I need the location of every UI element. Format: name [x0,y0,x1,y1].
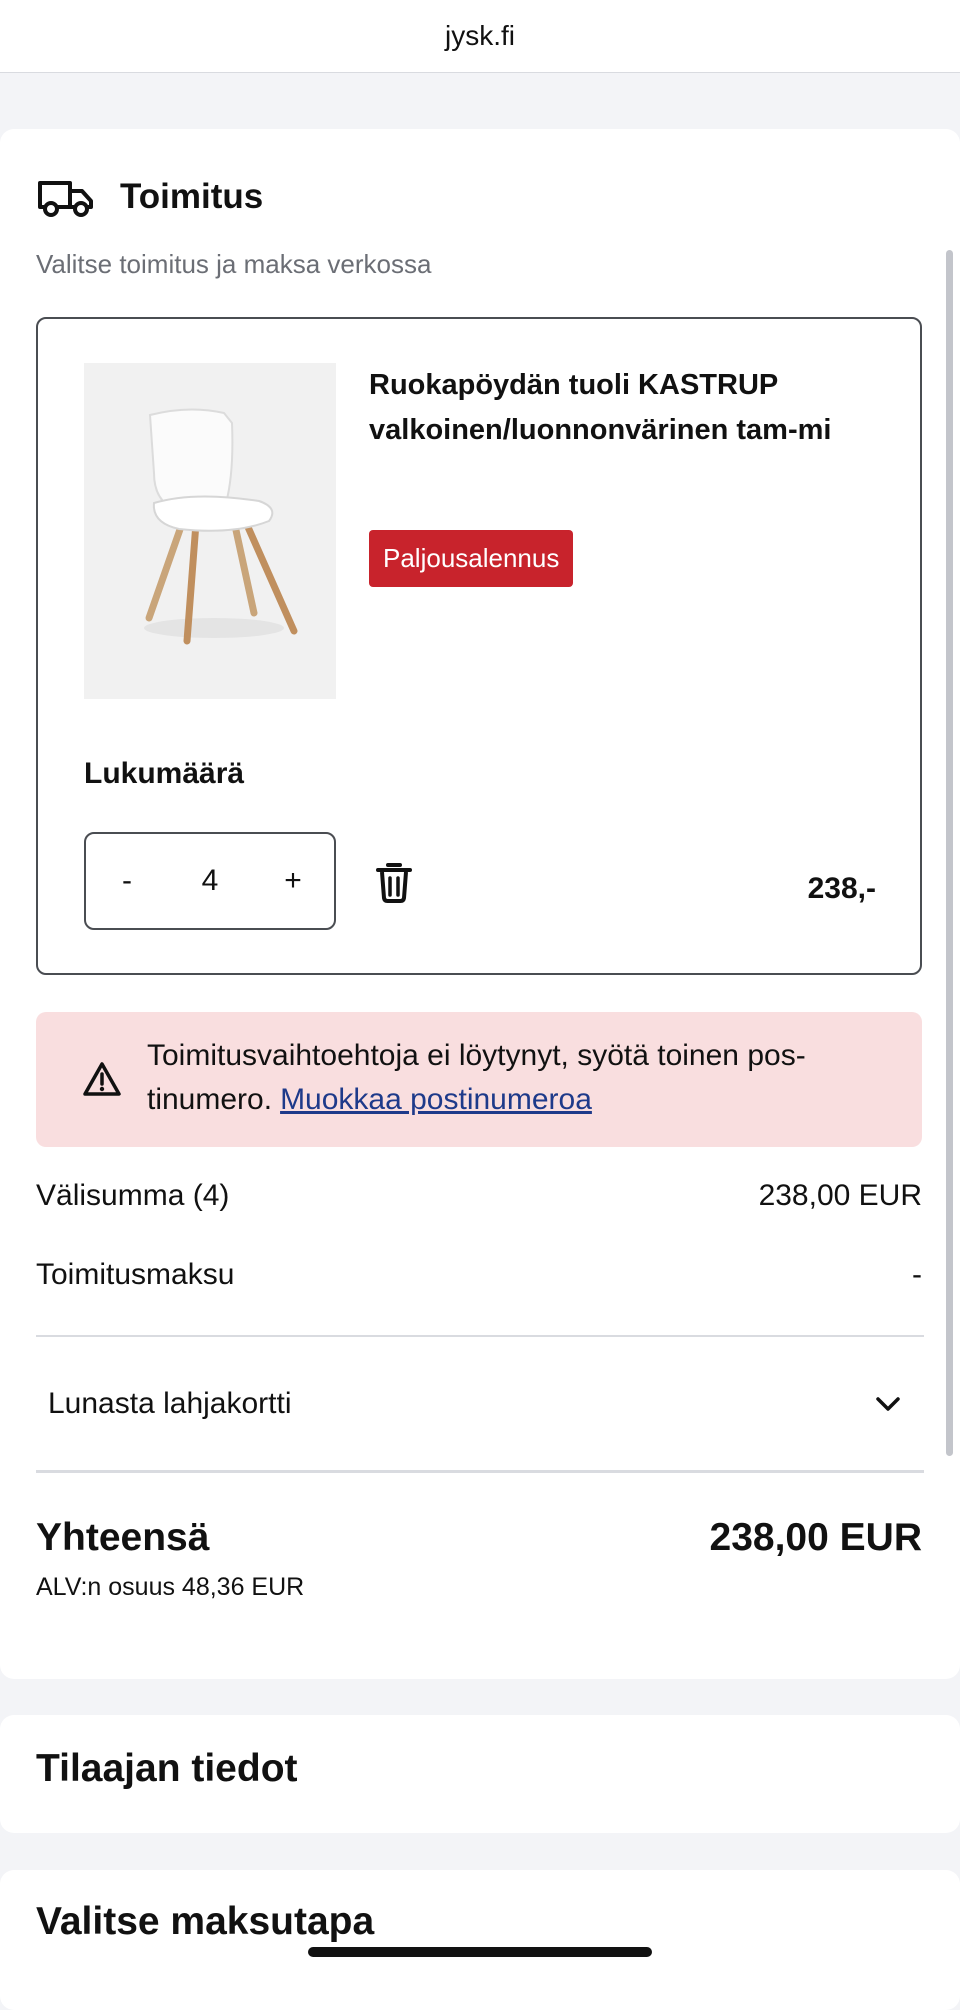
customer-details-card[interactable]: Tilaajan tiedot [0,1715,960,1833]
delivery-title: Toimitus [120,177,264,216]
giftcard-toggle[interactable]: Lunasta lahjakortti [36,1338,922,1470]
customer-details-title: Tilaajan tiedot [36,1747,298,1790]
subtotal-label: Välisumma (4) [36,1179,230,1212]
decrement-button[interactable]: - [112,864,142,898]
home-indicator [308,1947,652,1957]
giftcard-label: Lunasta lahjakortti [48,1387,292,1420]
discount-badge: Paljousalennus [369,530,574,587]
product-name[interactable]: Ruokapöydän tuoli KASTRUP valkoinen/luon… [369,363,889,453]
delivery-header: Toimitus [36,173,263,221]
url-text: jysk.fi [445,20,515,51]
quantity-label: Lukumäärä [84,757,245,790]
quantity-stepper: - 4 + [84,832,336,930]
payment-method-card[interactable]: Valitse maksutapa [0,1870,960,2010]
shipping-value: - [912,1258,922,1291]
line-price: 238,- [807,872,876,905]
increment-button[interactable]: + [278,864,308,898]
quantity-value[interactable]: 4 [202,864,219,898]
total-value: 238,00 EUR [709,1516,922,1559]
delivery-subtitle: Valitse toimitus ja maksa verkossa [36,249,432,279]
shipping-row: Toimitusmaksu - [36,1258,922,1292]
divider [36,1335,924,1337]
truck-icon [38,181,93,217]
vat-amount: ALV:n osuus 48,36 EUR [36,1573,305,1601]
subtotal-value: 238,00 EUR [758,1179,922,1212]
shipping-label: Toimitusmaksu [36,1258,235,1291]
total-row: Yhteensä 238,00 EUR [36,1516,922,1560]
alert-text: Toimitusvaihtoehtoja ei löytynyt, syötä … [147,1034,892,1122]
total-label: Yhteensä [36,1516,210,1559]
payment-method-title: Valitse maksutapa [36,1900,375,1943]
address-bar[interactable]: jysk.fi [0,0,960,73]
subtotal-row: Välisumma (4) 238,00 EUR [36,1179,922,1213]
warning-icon [83,1062,121,1096]
chevron-down-icon [876,1397,900,1411]
scrollbar[interactable] [946,250,953,1456]
product-image[interactable] [84,363,336,699]
trash-icon[interactable] [374,860,414,904]
delivery-card: Toimitus Valitse toimitus ja maksa verko… [0,129,960,1679]
edit-postcode-link[interactable]: Muokkaa postinumeroa [280,1083,592,1116]
shipping-alert: Toimitusvaihtoehtoja ei löytynyt, syötä … [36,1012,922,1147]
cart-item: Ruokapöydän tuoli KASTRUP valkoinen/luon… [36,317,922,975]
divider [36,1470,924,1473]
